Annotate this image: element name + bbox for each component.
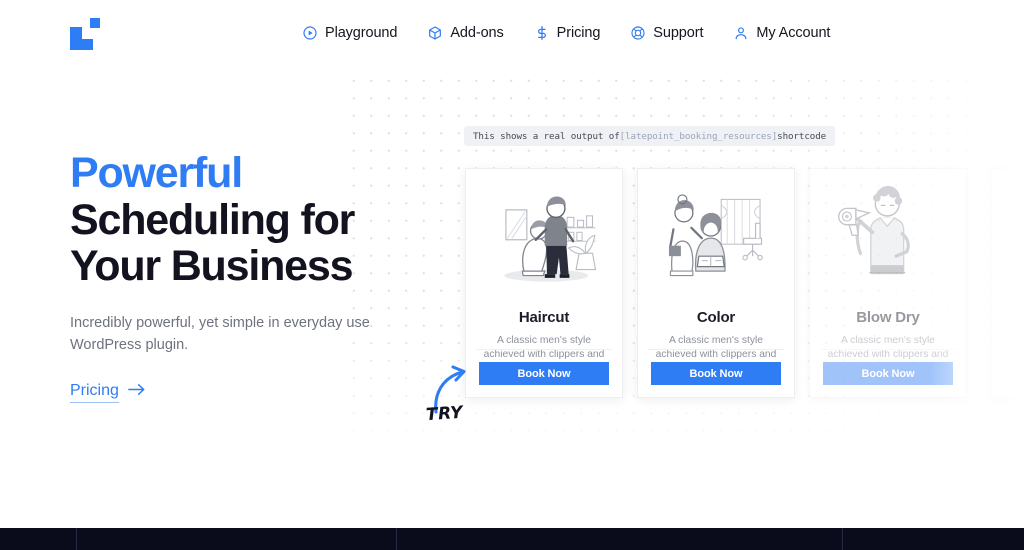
shortcode-banner-suffix: shortcode — [777, 130, 827, 142]
book-now-button[interactable]: Book Now — [651, 362, 781, 385]
nav-label: Add-ons — [450, 25, 504, 41]
page-root: Playground Add-ons Pricing Support My Ac… — [0, 0, 1024, 550]
footer-divider — [842, 528, 843, 550]
hero-title-line2: Scheduling for — [70, 195, 355, 244]
service-card-title: Blow Dry — [856, 309, 920, 326]
logo-shape-vertical — [70, 27, 82, 50]
try-annotation: TRY — [418, 356, 510, 432]
logo-shape-foot — [82, 39, 93, 50]
latepoint-logo[interactable] — [70, 16, 104, 50]
page-title: Powerful Scheduling for Your Business — [70, 150, 470, 290]
service-card-title: Color — [696, 309, 736, 326]
ghost-card-preview — [991, 168, 1024, 398]
nav-item-playground[interactable]: Playground — [302, 25, 397, 41]
nav-label: My Account — [756, 25, 831, 41]
dollar-icon — [534, 25, 550, 41]
arrow-right-icon — [128, 383, 145, 401]
service-card-title: Haircut — [518, 309, 570, 326]
hero-pricing-link[interactable]: Pricing — [70, 382, 145, 403]
service-card[interactable]: Color A classic men's style achieved wit… — [637, 168, 795, 398]
hero-title-accent: Powerful — [70, 149, 243, 197]
nav-item-my-account[interactable]: My Account — [733, 25, 830, 41]
lifebuoy-icon — [630, 25, 646, 41]
nav-label: Support — [653, 25, 704, 41]
barber-cutting-hair-illustration — [504, 196, 597, 282]
hero-subtitle: Incredibly powerful, yet simple in every… — [70, 314, 370, 353]
hair-coloring-salon-illustration — [668, 194, 763, 277]
card-divider — [476, 349, 612, 350]
card-divider — [820, 349, 956, 350]
hero-section: Powerful Scheduling for Your Business In… — [70, 150, 470, 403]
service-card[interactable]: Blow Dry A classic men's style achieved … — [809, 168, 967, 398]
cube-icon — [427, 25, 443, 41]
nav-label: Playground — [325, 25, 398, 41]
shortcode-banner-prefix: This shows a real output of — [473, 130, 620, 142]
site-header: Playground Add-ons Pricing Support My Ac… — [0, 0, 1024, 66]
card-divider — [648, 349, 784, 350]
shortcode-banner: This shows a real output of [latepoint_b… — [464, 126, 836, 146]
nav-item-add-ons[interactable]: Add-ons — [427, 25, 504, 41]
footer-divider — [76, 528, 77, 550]
logo-shape-detached-square — [88, 16, 102, 30]
play-circle-icon — [302, 25, 318, 41]
footer-bar — [0, 528, 1024, 550]
main-navigation: Playground Add-ons Pricing Support My Ac… — [302, 0, 830, 66]
hero-title-line3: Your Business — [70, 242, 353, 290]
try-annotation-label: TRY — [425, 402, 464, 426]
nav-label: Pricing — [556, 25, 601, 41]
shortcode-banner-code: [latepoint_booking_resources] — [619, 130, 778, 142]
nav-item-support[interactable]: Support — [630, 25, 703, 41]
hero-pricing-link-label: Pricing — [70, 382, 119, 403]
booking-resources-card-strip: Haircut A classic men's style achieved w… — [465, 168, 967, 398]
nav-item-pricing[interactable]: Pricing — [534, 25, 601, 41]
user-icon — [733, 25, 749, 41]
person-with-hairdryer-illustration — [838, 185, 910, 275]
book-now-button[interactable]: Book Now — [823, 362, 953, 385]
footer-divider — [396, 528, 397, 550]
